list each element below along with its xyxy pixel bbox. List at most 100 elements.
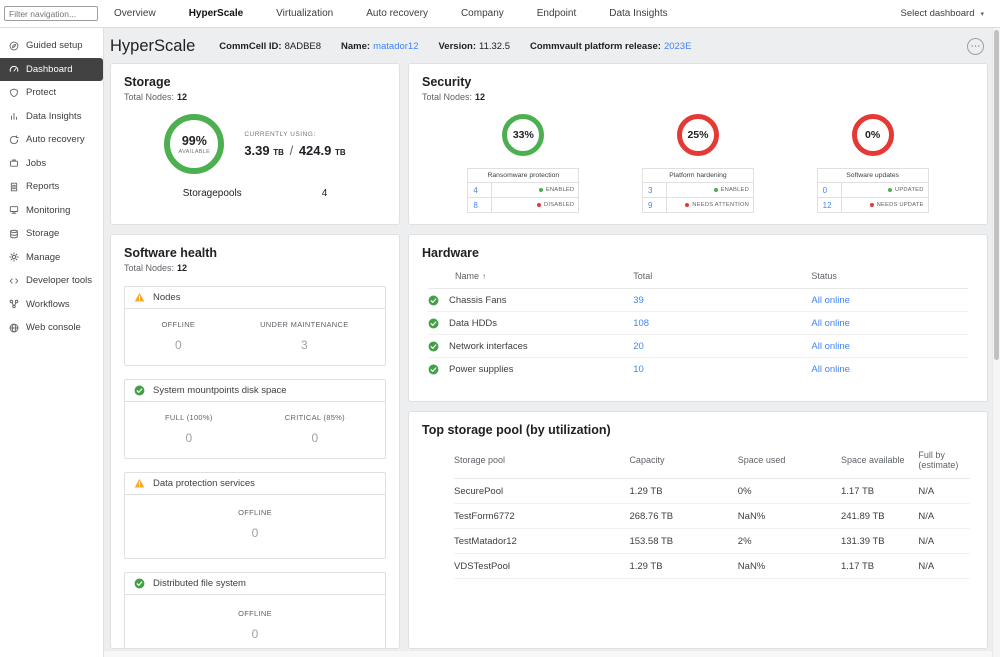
table-row: Network interfaces 20 All online — [428, 335, 968, 358]
status-link[interactable]: All online — [811, 318, 968, 329]
count-link[interactable]: 4 — [468, 183, 492, 197]
tab-hyperscale[interactable]: HyperScale — [189, 8, 243, 19]
stat-value[interactable]: 0 — [161, 338, 195, 352]
column-header-status[interactable]: Status — [811, 271, 968, 281]
sidebar-item-data-insights[interactable]: Data Insights — [0, 105, 103, 129]
count-link[interactable]: 12 — [818, 198, 842, 212]
pool-full-by: N/A — [918, 536, 970, 547]
check-circle-icon — [134, 578, 145, 589]
pool-name: SecurePool — [454, 486, 629, 497]
total-link[interactable]: 20 — [633, 341, 811, 352]
horizontal-scrollbar[interactable] — [104, 650, 992, 657]
column-header-space-available[interactable]: Space available — [841, 455, 918, 465]
table-row: Power supplies 10 All online — [428, 358, 968, 380]
count-link[interactable]: 9 — [643, 198, 667, 212]
status-link[interactable]: All online — [811, 341, 968, 352]
storagepools-label: Storagepools — [183, 188, 242, 199]
top-storage-pool-title: Top storage pool (by utilization) — [422, 423, 974, 437]
sidebar-item-label: Data Insights — [26, 111, 81, 122]
storage-panel-title: Storage — [124, 75, 386, 89]
count-link[interactable]: 8 — [468, 198, 492, 212]
storagepools-count[interactable]: 4 — [322, 188, 328, 199]
sidebar-item-monitoring[interactable]: Monitoring — [0, 199, 103, 223]
status-link[interactable]: All online — [811, 295, 968, 306]
ransomware-protection-gauge: 33% — [502, 114, 544, 156]
table-row: 8 DISABLED — [468, 198, 578, 212]
sidebar-item-jobs[interactable]: Jobs — [0, 152, 103, 176]
ransomware-protection-block: 33% Ransomware protection 4 ENABLED 8 — [467, 108, 579, 213]
sidebar-item-storage[interactable]: Storage — [0, 222, 103, 246]
sidebar-item-dashboard[interactable]: Dashboard — [0, 58, 103, 82]
briefcase-icon — [9, 158, 19, 168]
tab-overview[interactable]: Overview — [114, 8, 156, 19]
warning-icon — [134, 478, 145, 489]
pool-space-used: NaN% — [738, 511, 841, 522]
platform-release-link[interactable]: 2023E — [664, 41, 691, 52]
select-dashboard-dropdown[interactable]: Select dashboard ▾ — [901, 8, 1000, 19]
sidebar-item-reports[interactable]: Reports — [0, 175, 103, 199]
pool-space-used: 0% — [738, 486, 841, 497]
shield-icon — [9, 88, 19, 98]
commcell-name-link[interactable]: matador12 — [373, 41, 418, 52]
more-actions-icon[interactable]: ⋯ — [967, 38, 984, 55]
tab-auto-recovery[interactable]: Auto recovery — [366, 8, 428, 19]
column-header-total[interactable]: Total — [633, 271, 811, 281]
hardware-panel-title: Hardware — [422, 246, 974, 260]
vertical-scrollbar-thumb[interactable] — [994, 30, 999, 360]
table-row: Chassis Fans 39 All online — [428, 289, 968, 312]
total-link[interactable]: 39 — [633, 295, 811, 306]
section-label: Data protection services — [153, 478, 255, 489]
table-row: 9 NEEDS ATTENTION — [643, 198, 753, 212]
pool-capacity: 1.29 TB — [629, 486, 737, 497]
total-link[interactable]: 10 — [633, 364, 811, 375]
stat-value[interactable]: 3 — [260, 338, 348, 352]
sidebar-item-protect[interactable]: Protect — [0, 81, 103, 105]
sidebar-item-web-console[interactable]: Web console — [0, 316, 103, 340]
software-updates-table: Software updates 0 UPDATED 12 NEEDS UPDA… — [817, 168, 929, 213]
storage-panel: Storage Total Nodes:12 99% AVAILABLE CUR… — [110, 63, 400, 225]
pool-space-available: 241.89 TB — [841, 511, 918, 522]
distributed-file-system-section: Distributed file system OFFLINE 0 — [124, 572, 386, 649]
sidebar-item-manage[interactable]: Manage — [0, 246, 103, 270]
sidebar-item-guided-setup[interactable]: Guided setup — [0, 34, 103, 58]
storage-usage-value: 3.39 TB / 424.9 TB — [244, 143, 345, 158]
tab-company[interactable]: Company — [461, 8, 504, 19]
storagepools-row: Storagepools 4 — [124, 188, 386, 199]
sidebar-item-label: Protect — [26, 87, 56, 98]
page-title: HyperScale — [110, 37, 195, 56]
storage-pool-table: Storage pool Capacity Space used Space a… — [422, 445, 974, 579]
commcell-version: Version:11.32.5 — [439, 41, 511, 52]
count-link[interactable]: 0 — [818, 183, 842, 197]
status-dot-red — [537, 203, 541, 207]
sidebar-item-developer-tools[interactable]: Developer tools — [0, 269, 103, 293]
status-link[interactable]: All online — [811, 364, 968, 375]
total-link[interactable]: 108 — [633, 318, 811, 329]
column-header-storage-pool[interactable]: Storage pool — [454, 455, 629, 465]
column-header-name[interactable]: Name↑ — [428, 271, 633, 281]
stat-value[interactable]: 0 — [285, 431, 345, 445]
stat-value[interactable]: 0 — [238, 526, 272, 540]
storage-usage-block: CURRENTLY USING: 3.39 TB / 424.9 TB — [244, 131, 345, 158]
globe-icon — [9, 323, 19, 333]
stat-value[interactable]: 0 — [165, 431, 213, 445]
storage-total-nodes: Total Nodes:12 — [124, 92, 386, 102]
filter-navigation-input[interactable] — [4, 6, 98, 21]
security-panel-title: Security — [422, 75, 974, 89]
sidebar-item-label: Jobs — [26, 158, 46, 169]
column-header-full-by[interactable]: Full by (estimate) — [918, 450, 970, 470]
sidebar-item-auto-recovery[interactable]: Auto recovery — [0, 128, 103, 152]
status-dot-red — [685, 203, 689, 207]
column-header-capacity[interactable]: Capacity — [629, 455, 737, 465]
tab-endpoint[interactable]: Endpoint — [537, 8, 576, 19]
count-link[interactable]: 3 — [643, 183, 667, 197]
section-label: Distributed file system — [153, 578, 246, 589]
sidebar-item-label: Manage — [26, 252, 60, 263]
workflow-icon — [9, 299, 19, 309]
sidebar-item-workflows[interactable]: Workflows — [0, 293, 103, 317]
stat-value[interactable]: 0 — [238, 627, 272, 641]
tab-virtualization[interactable]: Virtualization — [276, 8, 333, 19]
vertical-scrollbar[interactable] — [992, 28, 1000, 657]
pool-space-available: 1.17 TB — [841, 561, 918, 572]
column-header-space-used[interactable]: Space used — [738, 455, 841, 465]
tab-data-insights[interactable]: Data Insights — [609, 8, 667, 19]
